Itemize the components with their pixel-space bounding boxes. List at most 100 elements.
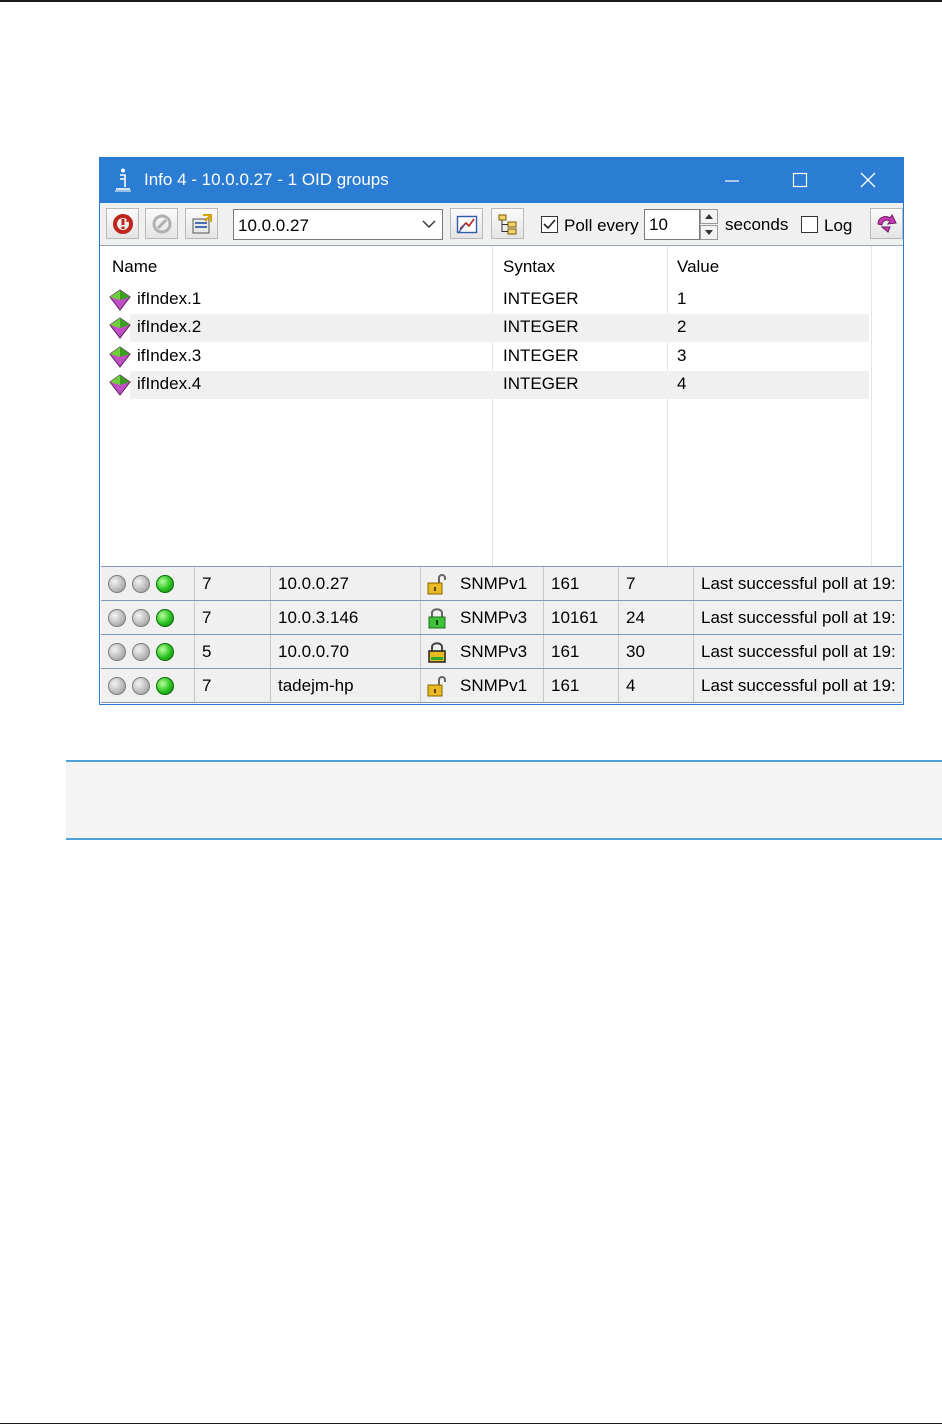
- cell-divider: [543, 601, 544, 634]
- agent-count: 7: [202, 676, 212, 695]
- oid-row[interactable]: ifIndex.3 INTEGER 3: [130, 343, 869, 371]
- column-header-name[interactable]: Name: [112, 257, 157, 277]
- chevron-down-icon: [422, 220, 436, 228]
- info-app-icon: [115, 168, 131, 192]
- refresh-button[interactable]: [106, 208, 139, 239]
- lock-open-icon: [427, 676, 446, 697]
- cell-divider: [693, 601, 694, 634]
- cell-divider: [693, 567, 694, 600]
- status-led-gray-icon: [108, 575, 126, 593]
- oid-syntax: INTEGER: [503, 346, 579, 365]
- agent-host: 10.0.0.70: [278, 642, 349, 661]
- agent-status: Last successful poll at 19:: [701, 642, 896, 661]
- cell-divider: [420, 567, 421, 600]
- agent-status: Last successful poll at 19:: [701, 608, 896, 627]
- arrow-up-icon: [705, 214, 713, 219]
- poll-interval-spinner[interactable]: [700, 209, 718, 240]
- page-top-rule: [0, 0, 942, 2]
- column-divider: [871, 246, 872, 566]
- agent-responses: 4: [626, 676, 636, 695]
- oid-syntax: INTEGER: [503, 289, 579, 308]
- agent-row[interactable]: 5 10.0.0.70 SNMPv3 161 30 Last successfu…: [101, 635, 902, 669]
- status-led-gray-icon: [132, 575, 150, 593]
- cell-divider: [420, 601, 421, 634]
- cell-divider: [420, 635, 421, 668]
- properties-button[interactable]: [185, 208, 218, 239]
- agent-host: 10.0.0.27: [278, 574, 349, 593]
- agent-port: 161: [551, 574, 580, 593]
- agent-host: tadejm-hp: [278, 676, 354, 695]
- oid-name: ifIndex.2: [137, 317, 202, 336]
- status-led-gray-icon: [108, 643, 126, 661]
- spin-up-button[interactable]: [700, 209, 718, 224]
- stop-poll-icon: [152, 214, 172, 234]
- toolbar: 10.0.0.27 Poll every 10 seconds Log: [100, 203, 903, 246]
- agent-snmp-version: SNMPv3: [460, 608, 528, 627]
- cell-divider: [194, 635, 195, 668]
- tree-icon: [498, 214, 517, 235]
- cell-divider: [420, 669, 421, 702]
- maximize-button[interactable]: [766, 158, 834, 203]
- mib-tree-button[interactable]: [491, 208, 524, 239]
- oid-list[interactable]: Name Syntax Value ifIndex.1 INTEGER 1 if…: [100, 246, 903, 566]
- log-label: Log: [824, 216, 853, 235]
- poll-interval-value: 10: [649, 215, 668, 234]
- cell-divider: [543, 635, 544, 668]
- cell-divider: [270, 601, 271, 634]
- column-header-value[interactable]: Value: [677, 257, 719, 277]
- oid-value: 1: [677, 289, 687, 308]
- oid-gem-icon: [109, 374, 131, 396]
- agent-address-combo[interactable]: 10.0.0.27: [233, 209, 443, 240]
- cell-divider: [618, 635, 619, 668]
- properties-icon: [192, 214, 212, 234]
- agent-port: 161: [551, 676, 580, 695]
- status-led-gray-icon: [108, 677, 126, 695]
- title-bar[interactable]: Info 4 - 10.0.0.27 - 1 OID groups: [100, 158, 903, 203]
- status-led-gray-icon: [132, 609, 150, 627]
- poll-interval-input[interactable]: 10: [644, 209, 700, 240]
- agent-row[interactable]: 7 tadejm-hp SNMPv1 161 4 Last successful…: [101, 669, 902, 703]
- oid-row[interactable]: ifIndex.1 INTEGER 1: [130, 286, 869, 314]
- maximize-icon: [792, 172, 808, 188]
- oid-value: 2: [677, 317, 687, 336]
- oid-row[interactable]: ifIndex.4 INTEGER 4: [130, 371, 869, 399]
- oid-name: ifIndex.3: [137, 346, 202, 365]
- seconds-label: seconds: [725, 215, 789, 234]
- poll-every-label: Poll every: [564, 216, 639, 235]
- poll-every-checkbox[interactable]: [541, 216, 558, 233]
- agent-snmp-version: SNMPv1: [460, 676, 528, 695]
- column-header-syntax[interactable]: Syntax: [503, 257, 555, 277]
- overflow-button[interactable]: [870, 208, 903, 239]
- cell-divider: [194, 669, 195, 702]
- lock-closed-yellow-icon: [428, 642, 446, 663]
- checkmark-icon: [543, 219, 556, 230]
- pink-arrow-icon: [877, 214, 897, 233]
- agent-responses: 24: [626, 608, 645, 627]
- lock-closed-green-icon: [428, 608, 446, 629]
- cell-divider: [618, 601, 619, 634]
- arrow-down-icon: [705, 230, 713, 235]
- lock-open-icon: [427, 574, 446, 595]
- close-icon: [860, 172, 876, 188]
- oid-name: ifIndex.4: [137, 374, 202, 393]
- agent-row[interactable]: 7 10.0.3.146 SNMPv3 10161 24 Last succes…: [101, 601, 902, 635]
- oid-syntax: INTEGER: [503, 374, 579, 393]
- minimize-button[interactable]: [698, 158, 766, 203]
- cell-divider: [618, 669, 619, 702]
- agent-status: Last successful poll at 19:: [701, 676, 896, 695]
- stop-poll-button[interactable]: [145, 208, 178, 239]
- oid-gem-icon: [109, 317, 131, 339]
- open-graph-button[interactable]: [450, 208, 483, 239]
- graph-window-icon: [456, 215, 478, 234]
- status-led-green-icon: [156, 575, 174, 593]
- spin-down-button[interactable]: [700, 225, 718, 240]
- agent-address-value: 10.0.0.27: [238, 216, 309, 235]
- oid-value: 4: [677, 374, 687, 393]
- oid-row[interactable]: ifIndex.2 INTEGER 2: [130, 314, 869, 342]
- status-led-gray-icon: [132, 643, 150, 661]
- close-button[interactable]: [834, 158, 902, 203]
- agent-row[interactable]: 7 10.0.0.27 SNMPv1 161 7 Last successful…: [101, 567, 902, 601]
- agent-count: 7: [202, 574, 212, 593]
- cell-divider: [543, 669, 544, 702]
- log-checkbox[interactable]: [801, 216, 818, 233]
